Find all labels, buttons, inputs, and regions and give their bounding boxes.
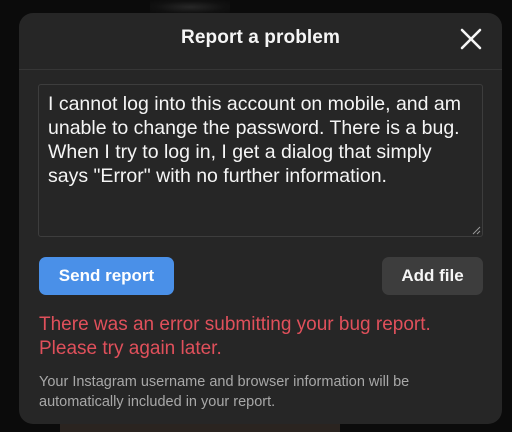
close-button[interactable] — [457, 25, 485, 53]
send-report-button[interactable]: Send report — [39, 257, 174, 295]
info-message: Your Instagram username and browser info… — [39, 374, 410, 410]
error-message: There was an error submitting your bug r… — [39, 314, 431, 359]
add-file-button[interactable]: Add file — [382, 257, 483, 295]
dialog-title: Report a problem — [181, 27, 340, 48]
report-text-field[interactable]: I cannot log into this account on mobile… — [38, 84, 483, 237]
dialog-header: Report a problem — [19, 13, 502, 63]
background-image-fragment-bottom — [60, 424, 340, 432]
close-icon — [460, 28, 482, 50]
background-image-fragment — [150, 0, 230, 14]
report-problem-dialog: Report a problem I cannot log into this … — [19, 13, 502, 424]
resize-handle-icon[interactable] — [471, 225, 481, 235]
header-divider — [19, 69, 502, 70]
